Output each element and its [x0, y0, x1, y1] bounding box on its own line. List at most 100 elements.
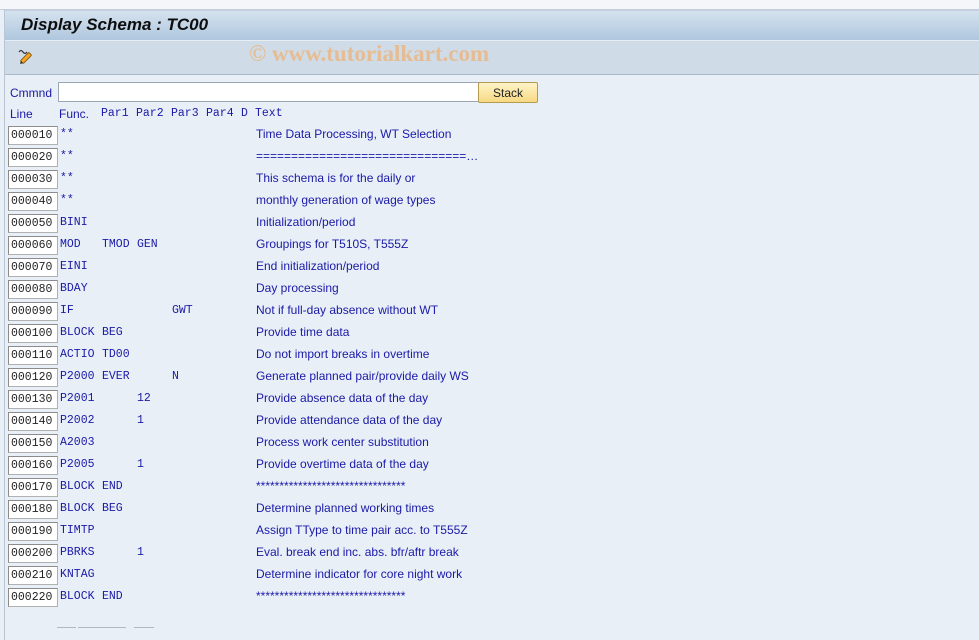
table-row: 000130 P2001 12 Provide absence data of the… [8, 390, 968, 410]
line-number-field[interactable]: 000180 [8, 500, 58, 519]
func-cell: BLOCK [60, 502, 95, 515]
line-number-field[interactable]: 000170 [8, 478, 58, 497]
application-toolbar: © www.tutorialkart.com [5, 40, 979, 75]
table-row: 000200 PBRKS 1 Eval. break end inc. abs. bf… [8, 544, 968, 564]
line-number-field[interactable]: 000100 [8, 324, 58, 343]
func-cell: ** [60, 128, 74, 141]
table-row: 000070 EINI End initialization/period [8, 258, 968, 278]
table-row: 000120 P2000 EVER N Generate planned pair/pr… [8, 368, 968, 388]
table-row: 000020 ** ==============================… [8, 148, 968, 168]
line-number-field[interactable]: 000050 [8, 214, 58, 233]
line-number-field[interactable]: 000090 [8, 302, 58, 321]
text-cell: Groupings for T510S, T555Z [256, 237, 409, 251]
line-number-field[interactable]: 000150 [8, 434, 58, 453]
table-row: 000100 BLOCK BEG Provide time data [8, 324, 968, 344]
func-cell: BINI [60, 216, 88, 229]
window-top-strip [0, 0, 979, 10]
watermark: © www.tutorialkart.com [249, 41, 490, 66]
line-number-field[interactable]: 000190 [8, 522, 58, 541]
par1-cell: TMOD [102, 238, 130, 251]
par1-cell: END [102, 590, 123, 603]
func-cell: P2002 [60, 414, 95, 427]
line-number-field[interactable]: 000210 [8, 566, 58, 585]
text-cell: Provide time data [256, 325, 350, 339]
line-number-field[interactable]: 000200 [8, 544, 58, 563]
line-number-field[interactable]: 000140 [8, 412, 58, 431]
schema-editor: Cmmnd Stack Line Func. Par1 Par2 Par3 Pa… [5, 74, 979, 640]
text-cell: Provide overtime data of the day [256, 457, 429, 471]
bottom-divider [134, 627, 154, 628]
func-cell: ** [60, 172, 74, 185]
par1-cell: TD00 [102, 348, 130, 361]
text-cell: Do not import breaks in overtime [256, 347, 430, 361]
text-cell: End initialization/period [256, 259, 380, 273]
par3-cell: N [172, 370, 179, 383]
display-change-icon[interactable] [17, 48, 35, 66]
par2-cell: 1 [137, 546, 144, 559]
text-cell: Assign TType to time pair acc. to T555Z [256, 523, 468, 537]
line-number-field[interactable]: 000070 [8, 258, 58, 277]
table-row: 000090 IF GWT Not if full-day absence witho… [8, 302, 968, 322]
table-row: 000150 A2003 Process work center substitut… [8, 434, 968, 454]
column-header-par1: Par1 [101, 107, 129, 120]
text-cell: Provide attendance data of the day [256, 413, 443, 427]
line-number-field[interactable]: 000040 [8, 192, 58, 211]
column-header-d: D [241, 107, 248, 120]
bottom-divider [57, 627, 76, 628]
func-cell: P2001 [60, 392, 95, 405]
func-cell: BLOCK [60, 480, 95, 493]
table-row: 000210 KNTAG Determine indicator for core … [8, 566, 968, 586]
func-cell: KNTAG [60, 568, 95, 581]
page-title: Display Schema : TC00 [21, 15, 209, 34]
func-cell: BLOCK [60, 590, 95, 603]
text-cell: This schema is for the daily or [256, 171, 416, 185]
text-cell: Determine indicator for core night work [256, 567, 463, 581]
line-number-field[interactable]: 000010 [8, 126, 58, 145]
text-cell: ******************************** [256, 479, 406, 493]
line-number-field[interactable]: 000130 [8, 390, 58, 409]
command-input[interactable] [58, 82, 480, 102]
par1-cell: END [102, 480, 123, 493]
table-row: 000220 BLOCK END **************************… [8, 588, 968, 608]
line-number-field[interactable]: 000220 [8, 588, 58, 607]
text-cell: Day processing [256, 281, 339, 295]
func-cell: A2003 [60, 436, 95, 449]
line-number-field[interactable]: 000080 [8, 280, 58, 299]
func-cell: ** [60, 150, 74, 163]
text-cell: Not if full-day absence without WT [256, 303, 439, 317]
table-row: 000050 BINI Initialization/period [8, 214, 968, 234]
text-cell: ******************************** [256, 589, 406, 603]
table-row: 000140 P2002 1 Provide attendance data of t… [8, 412, 968, 432]
func-cell: EINI [60, 260, 88, 273]
line-number-field[interactable]: 000120 [8, 368, 58, 387]
line-number-field[interactable]: 000060 [8, 236, 58, 255]
text-cell: monthly generation of wage types [256, 193, 436, 207]
line-number-field[interactable]: 000160 [8, 456, 58, 475]
text-cell: Eval. break end inc. abs. bfr/aftr break [256, 545, 459, 559]
par2-cell: 1 [137, 414, 144, 427]
table-row: 000160 P2005 1 Provide overtime data of the… [8, 456, 968, 476]
line-number-field[interactable]: 000110 [8, 346, 58, 365]
func-cell: P2005 [60, 458, 95, 471]
column-header-par3: Par3 [171, 107, 199, 120]
table-row: 000060 MOD TMOD GEN Groupings for T510S, T55… [8, 236, 968, 256]
line-number-field[interactable]: 000030 [8, 170, 58, 189]
text-cell: Process work center substitution [256, 435, 429, 449]
par1-cell: EVER [102, 370, 130, 383]
func-cell: TIMTP [60, 524, 95, 537]
command-label: Cmmnd [10, 86, 53, 100]
func-cell: PBRKS [60, 546, 95, 559]
par2-cell: 12 [137, 392, 151, 405]
table-row: 000080 BDAY Day processing [8, 280, 968, 300]
line-number-field[interactable]: 000020 [8, 148, 58, 167]
text-cell: Initialization/period [256, 215, 356, 229]
text-cell: ==============================… [256, 149, 479, 163]
table-row: 000040 ** monthly generation of wage types [8, 192, 968, 212]
table-row: 000180 BLOCK BEG Determine planned working … [8, 500, 968, 520]
column-header-line: Line [10, 107, 33, 121]
column-header-text: Text [255, 107, 283, 120]
stack-button[interactable]: Stack [478, 82, 538, 103]
text-cell: Provide absence data of the day [256, 391, 429, 405]
bottom-divider [78, 627, 126, 628]
func-cell: BDAY [60, 282, 88, 295]
